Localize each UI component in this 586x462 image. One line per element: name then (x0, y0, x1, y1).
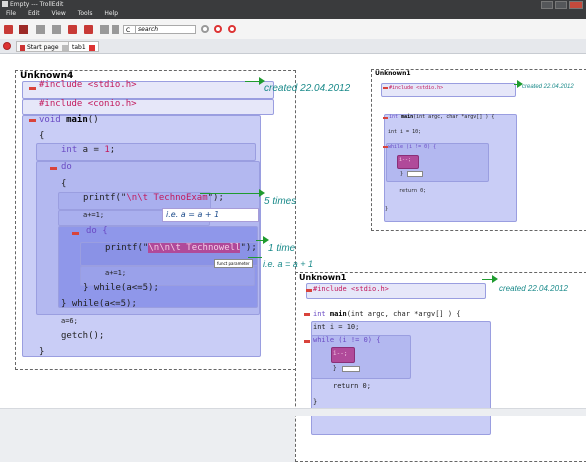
code-line-increment: a+=1; (83, 211, 105, 219)
loop-count-note: 5 times (264, 196, 297, 207)
open-folder-icon[interactable] (19, 25, 28, 34)
toolbar: C search (0, 19, 586, 40)
window-title: Empty --- TrollEdit (10, 1, 64, 8)
code-line-main: void main() (39, 115, 99, 125)
code-line-do: do (61, 162, 72, 172)
arrow (248, 257, 262, 258)
close-window-button[interactable] (569, 1, 583, 9)
stop-icon[interactable] (214, 25, 222, 33)
code-line-main: int main(int argc, char *argv[] ) { (313, 310, 461, 318)
minimize-button[interactable] (541, 1, 553, 9)
collapse-icon[interactable] (72, 232, 79, 235)
menu-tools[interactable]: Tools (78, 10, 93, 17)
save-as-icon[interactable] (52, 25, 61, 34)
page-icon (20, 44, 25, 51)
collapse-icon[interactable] (50, 167, 57, 170)
tooltip (407, 171, 423, 177)
created-note: created 22.04.2012 (522, 84, 574, 90)
tab-tab1[interactable]: tab1 (68, 41, 99, 52)
close-all-icon[interactable] (3, 42, 11, 50)
code-line-brace: { (61, 179, 67, 189)
arrow-head (492, 275, 498, 283)
code-line-main: int main(int argc, char *argv[] ) { (389, 114, 495, 120)
app-icon (2, 1, 8, 7)
code-line-outer-while: } while(a<=5); (61, 299, 137, 309)
close-tab-icon[interactable] (61, 44, 68, 51)
menu-bar: File Edit View Tools Help (0, 9, 586, 19)
code-line-close-inner: } (400, 171, 404, 177)
code-pane-unknown4[interactable]: Unknown4 #include <stdio.h> #include <co… (15, 70, 296, 370)
code-pane-unknown1-top[interactable]: Unknown1 #include <stdio.h> int main(int… (371, 69, 586, 231)
collapse-icon[interactable] (304, 340, 310, 343)
collapse-icon[interactable] (383, 117, 388, 119)
tab-bar: Start page tab1 (0, 39, 586, 54)
collapse-icon[interactable] (29, 119, 36, 122)
code-line-include-conio: #include <conio.h> (39, 99, 137, 109)
code-line-include-stdio: #include <stdio.h> (39, 80, 137, 90)
new-file-icon[interactable] (4, 25, 13, 34)
save-icon[interactable] (36, 25, 45, 34)
pane-title: Unknown1 (299, 273, 347, 282)
cut-icon[interactable] (68, 25, 77, 34)
code-line-brace: } (385, 206, 389, 212)
code-line-decrement: i--; (399, 157, 412, 163)
copy-icon[interactable] (84, 25, 93, 34)
loop-count-note: 1 time (268, 243, 296, 254)
menu-help[interactable]: Help (104, 10, 118, 17)
code-line-declaration: int i = 10; (388, 129, 422, 135)
code-line-include-stdio: #include <stdio.h> (313, 285, 389, 293)
tab-start-page[interactable]: Start page (16, 41, 72, 52)
window-titlebar: Empty --- TrollEdit (0, 0, 586, 9)
code-line-close-inner: } (333, 365, 337, 372)
paste-icon[interactable] (100, 25, 109, 34)
code-line-declaration: int i = 10; (313, 323, 360, 331)
search-placeholder: search (138, 26, 159, 33)
close-tab-icon[interactable] (88, 44, 95, 51)
code-line-return: return 0; (333, 382, 371, 390)
code-line-declaration: int a = 1; (61, 145, 116, 155)
menu-file[interactable]: File (6, 10, 16, 17)
collapse-icon[interactable] (306, 289, 312, 292)
code-line-printf-technoexam: printf("\n\t TechnoExam"); (83, 193, 224, 203)
code-line-do-brace: do { (86, 226, 108, 236)
code-line-return: return 0; (399, 188, 427, 194)
code-line-inner-while: } while(a<=5); (83, 283, 159, 293)
code-line-decrement: i--; (333, 350, 348, 357)
tooltip (342, 366, 360, 372)
code-line-brace: { (39, 131, 45, 141)
arrow (200, 193, 260, 194)
code-line-increment: a+=1; (105, 269, 127, 277)
language-icon (112, 25, 119, 34)
pane-title: Unknown1 (375, 70, 411, 77)
created-note: created 22.04.2012 (264, 83, 351, 94)
tab-start-page-label: Start page (27, 44, 59, 51)
code-line-assign: a=6; (61, 317, 78, 325)
language-value: C (126, 27, 131, 34)
menu-view[interactable]: View (52, 10, 66, 17)
code-pane-unknown1-bottom[interactable]: Unknown1 #include <stdio.h> int main(int… (295, 272, 586, 462)
clear-search-icon[interactable] (201, 25, 209, 33)
search-input[interactable]: search (135, 25, 196, 34)
annotation-note[interactable]: i.e. a = a + 1 (162, 208, 259, 222)
code-line-include-stdio: #include <stdio.h> (389, 85, 444, 91)
code-line-getch: getch(); (61, 331, 105, 341)
code-line-brace: } (39, 347, 45, 357)
code-line-while: while (i != 0) { (313, 336, 381, 344)
tab-tab1-label: tab1 (72, 44, 86, 51)
collapse-icon[interactable] (29, 87, 36, 90)
created-note: created 22.04.2012 (499, 284, 568, 293)
maximize-button[interactable] (555, 1, 567, 9)
collapse-icon[interactable] (383, 87, 388, 89)
code-line-brace: } (313, 398, 318, 406)
editor-canvas[interactable]: Unknown4 #include <stdio.h> #include <co… (0, 54, 586, 462)
collapse-icon[interactable] (304, 313, 310, 316)
help-icon[interactable] (228, 25, 236, 33)
menu-edit[interactable]: Edit (28, 10, 40, 17)
code-line-printf-technowell: printf("\n\n\t Technowell"); (105, 243, 257, 253)
code-line-while: while (i != 0) { (388, 144, 437, 150)
annotation-note: i.e. a = a + 1 (263, 259, 314, 269)
tooltip: funct parameter (214, 259, 253, 268)
